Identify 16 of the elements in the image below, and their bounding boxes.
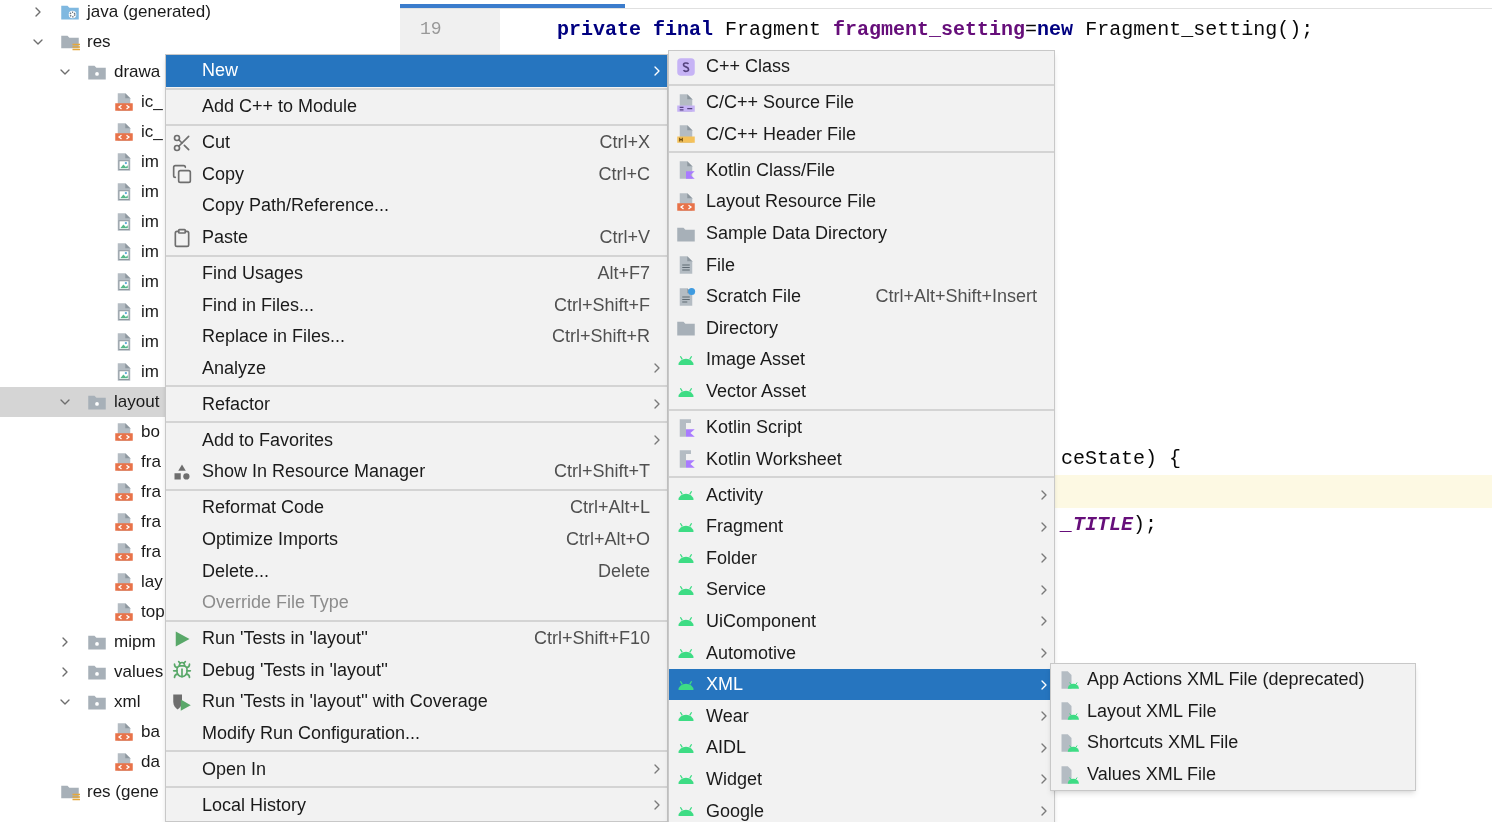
shortcut-label: Ctrl+Shift+T — [553, 460, 650, 484]
shortcut-label: Alt+F7 — [597, 262, 650, 286]
shortcut-label: Ctrl+X — [599, 131, 650, 155]
shortcut-label: Ctrl+Shift+F10 — [533, 627, 650, 651]
shortcut-label: Ctrl+Shift+F — [553, 293, 650, 317]
shortcut-label: Ctrl+Alt+Shift+Insert — [875, 285, 1037, 309]
line-number: 19 — [419, 18, 443, 41]
shortcut-label: Ctrl+Alt+O — [565, 527, 650, 551]
code-line: ceState) { — [1061, 445, 1182, 472]
code-line: _TITLE); — [1061, 511, 1158, 538]
shortcut-label: Ctrl+C — [598, 162, 650, 186]
code-line: private final Fragment fragment_setting=new Fragment_setting(); — [557, 16, 1314, 43]
shortcut-label: Ctrl+V — [599, 226, 650, 250]
shortcut-label: Delete — [597, 559, 650, 583]
shortcut-label: Ctrl+Shift+R — [551, 325, 650, 349]
shortcut-label: Ctrl+Alt+L — [569, 496, 650, 520]
